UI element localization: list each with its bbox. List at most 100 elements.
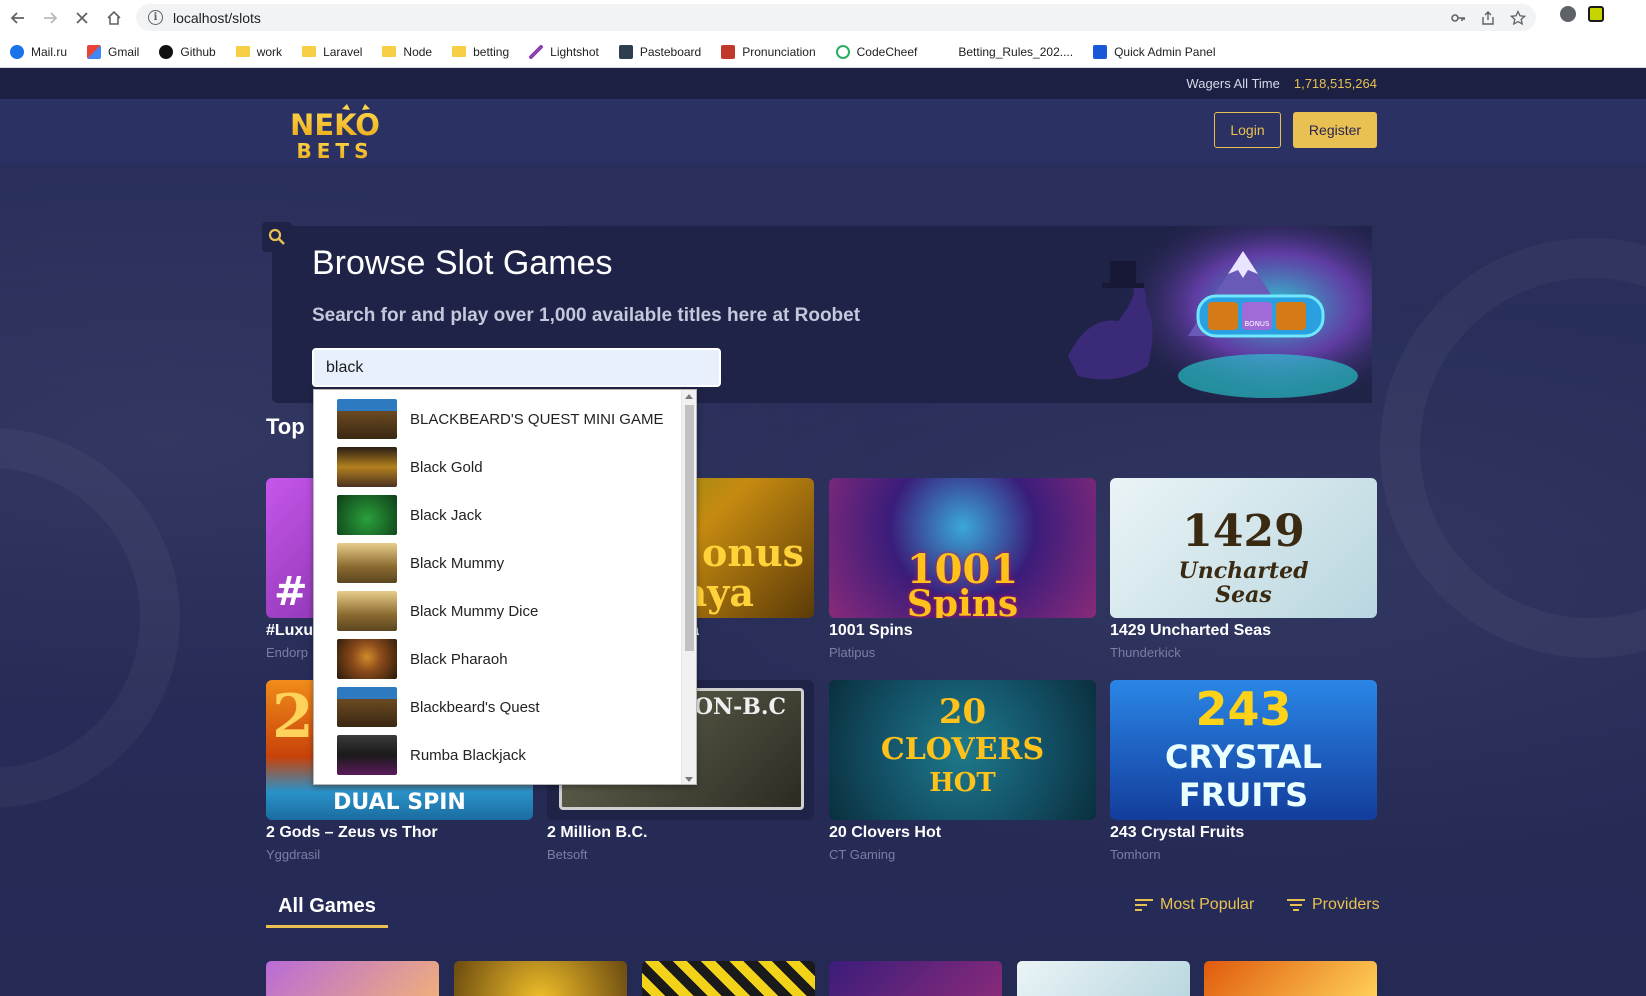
suggestion-thumbnail xyxy=(337,687,397,727)
bookmark-lightshot[interactable]: Lightshot xyxy=(529,44,599,59)
address-url: localhost/slots xyxy=(173,9,261,26)
tab-all-games[interactable]: All Games xyxy=(266,888,388,928)
site-info-icon[interactable]: i xyxy=(148,10,163,25)
share-icon[interactable] xyxy=(1480,10,1496,26)
bookmark-pronunciation[interactable]: Pronunciation xyxy=(721,44,816,59)
game-art-text: Seas xyxy=(1215,582,1272,608)
game-name[interactable]: 243 Crystal Fruits xyxy=(1110,824,1244,842)
suggestion-item[interactable]: BLACKBEARD'S QUEST MINI GAME xyxy=(337,398,667,440)
scroll-up-icon[interactable] xyxy=(685,394,693,399)
sort-icon xyxy=(1135,899,1153,911)
game-name[interactable]: 20 Clovers Hot xyxy=(829,824,941,842)
pasteboard-icon xyxy=(618,44,633,59)
game-art-text: Spins xyxy=(906,583,1019,618)
page-title: Browse Slot Games xyxy=(312,244,613,282)
address-bar[interactable]: i localhost/slots xyxy=(136,4,1536,31)
game-thumbnail[interactable] xyxy=(642,961,815,996)
game-art-text: CLOVERS xyxy=(880,732,1045,767)
search-suggestions-dropdown: BLACKBEARD'S QUEST MINI GAME Black Gold … xyxy=(313,389,697,785)
games-tabs-bar: All Games Most Popular Providers xyxy=(266,888,1380,938)
login-button[interactable]: Login xyxy=(1214,112,1281,148)
game-thumbnail[interactable] xyxy=(454,961,627,996)
suggestion-thumbnail xyxy=(337,447,397,487)
wagers-label: Wagers All Time xyxy=(1186,76,1280,91)
suggestion-item[interactable]: Black Mummy Dice xyxy=(337,590,667,632)
search-input[interactable] xyxy=(312,348,721,387)
extension-icon[interactable] xyxy=(1588,6,1604,22)
bookmark-pasteboard[interactable]: Pasteboard xyxy=(618,44,701,59)
game-card[interactable]: 1429 Uncharted Seas xyxy=(1110,478,1377,618)
game-art-text: Uncharted xyxy=(1178,558,1309,584)
bookmark-laravel[interactable]: Laravel xyxy=(302,45,362,59)
forward-icon[interactable] xyxy=(36,4,64,32)
game-art-text: 1429 xyxy=(1182,506,1305,557)
game-art-text: CRYSTAL xyxy=(1164,738,1323,776)
sort-most-popular-button[interactable]: Most Popular xyxy=(1134,896,1254,914)
suggestion-item[interactable]: Black Mummy xyxy=(337,542,667,584)
section-title-top: Top xyxy=(266,414,305,439)
bookmark-codecheef[interactable]: CodeCheef xyxy=(835,44,917,59)
game-name[interactable]: 2 Million B.C. xyxy=(547,824,647,842)
bookmark-mailru[interactable]: Mail.ru xyxy=(10,44,67,59)
game-thumbnail[interactable] xyxy=(829,961,1002,996)
search-icon xyxy=(262,222,292,252)
bookmark-gmail[interactable]: Gmail xyxy=(87,44,139,59)
suggestion-item[interactable]: Black Gold xyxy=(337,446,667,488)
game-card[interactable]: 1001 Spins xyxy=(829,478,1096,618)
suggestion-thumbnail xyxy=(337,639,397,679)
password-key-icon[interactable] xyxy=(1450,10,1466,26)
game-name[interactable]: #Luxu xyxy=(266,622,313,640)
game-name[interactable]: 1001 Spins xyxy=(829,622,913,640)
nekobets-logo[interactable]: NEKO BETS xyxy=(287,103,383,161)
bookmark-github[interactable]: Github xyxy=(159,44,216,59)
suggestion-thumbnail xyxy=(337,495,397,535)
game-provider: Platipus xyxy=(829,645,876,660)
suggestion-thumbnail xyxy=(337,399,397,439)
svg-text:NEKO: NEKO xyxy=(290,108,380,142)
game-provider: Thunderkick xyxy=(1110,645,1181,660)
scroll-down-icon[interactable] xyxy=(685,777,693,782)
page: Wagers All Time 1,718,515,264 NEKO BETS … xyxy=(0,68,1646,996)
suggestion-item[interactable]: Rumba Blackjack xyxy=(337,734,667,776)
suggestion-item[interactable]: Black Jack xyxy=(337,494,667,536)
stop-loading-icon[interactable] xyxy=(68,4,96,32)
back-icon[interactable] xyxy=(4,4,32,32)
svg-text:BETS: BETS xyxy=(297,139,374,161)
suggestion-thumbnail xyxy=(337,543,397,583)
register-button[interactable]: Register xyxy=(1293,112,1377,148)
game-art-text: 20 xyxy=(938,692,987,732)
game-provider: Yggdrasil xyxy=(266,847,321,862)
game-thumbnail[interactable] xyxy=(1204,961,1377,996)
codecheef-icon xyxy=(835,44,850,59)
suggestion-item[interactable]: Blackbeard's Quest xyxy=(337,686,667,728)
game-provider: Betsoft xyxy=(547,847,588,862)
bookmark-quick-admin-panel[interactable]: Quick Admin Panel xyxy=(1093,44,1215,59)
github-icon xyxy=(159,44,174,59)
game-card[interactable]: 243 CRYSTAL FRUITS xyxy=(1110,680,1377,820)
scrollbar-thumb[interactable] xyxy=(685,405,694,651)
bookmark-betting-rules[interactable]: Betting_Rules_202.... xyxy=(937,44,1073,59)
site-header: NEKO BETS Login Register xyxy=(0,99,1646,163)
mailru-icon xyxy=(10,44,24,59)
gmail-icon xyxy=(87,44,102,59)
home-icon[interactable] xyxy=(100,4,128,32)
game-provider: Endorp xyxy=(266,645,308,660)
game-card[interactable]: 20 CLOVERS HOT xyxy=(829,680,1096,820)
filter-icon xyxy=(1287,899,1305,911)
dropdown-scrollbar[interactable] xyxy=(681,390,696,784)
game-name[interactable]: 2 Gods – Zeus vs Thor xyxy=(266,824,438,842)
suggestion-item[interactable]: Black Pharaoh xyxy=(337,638,667,680)
svg-text:BONUS: BONUS xyxy=(1245,320,1271,328)
bookmark-work[interactable]: work xyxy=(235,45,282,59)
wagers-value: 1,718,515,264 xyxy=(1293,76,1377,91)
bookmark-betting[interactable]: betting xyxy=(452,45,509,59)
bookmark-node[interactable]: Node xyxy=(382,45,432,59)
bookmark-star-icon[interactable] xyxy=(1510,9,1526,26)
game-thumbnail[interactable] xyxy=(266,961,439,996)
wordpress-extension-icon[interactable] xyxy=(1560,6,1576,22)
qap-icon xyxy=(1093,44,1108,59)
game-name[interactable]: 1429 Uncharted Seas xyxy=(1110,622,1271,640)
providers-filter-button[interactable]: Providers xyxy=(1286,896,1380,914)
suggestion-thumbnail xyxy=(337,591,397,631)
game-thumbnail[interactable] xyxy=(1017,961,1190,996)
